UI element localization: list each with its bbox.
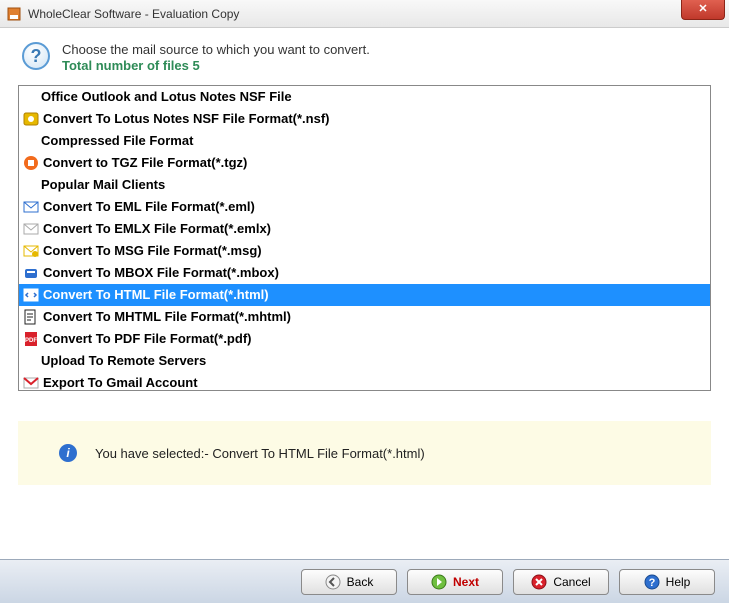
format-listbox[interactable]: Office Outlook and Lotus Notes NSF File C… [18,85,711,391]
cancel-icon [531,574,547,590]
mbox-icon [23,265,39,281]
pdf-icon: PDF [23,331,39,347]
list-section-header: Upload To Remote Servers [19,350,710,372]
next-icon [431,574,447,590]
svg-text:PDF: PDF [25,338,37,344]
tgz-icon [23,155,39,171]
instruction-text: Choose the mail source to which you want… [62,42,370,57]
titlebar: WholeClear Software - Evaluation Copy ✕ [0,0,729,28]
next-button[interactable]: Next [407,569,503,595]
help-button[interactable]: ? Help [619,569,715,595]
info-icon: i [59,444,77,462]
cancel-label: Cancel [553,575,590,589]
back-label: Back [347,575,374,589]
list-item-label: Convert To HTML File Format(*.html) [43,287,269,302]
gmail-icon [23,375,39,391]
eml-icon [23,199,39,215]
list-item[interactable]: Convert To Lotus Notes NSF File Format(*… [19,108,710,130]
list-item-label: Convert To MHTML File Format(*.mhtml) [43,309,291,324]
list-item[interactable]: Convert To MBOX File Format(*.mbox) [19,262,710,284]
list-item[interactable]: Export To Gmail Account [19,372,710,390]
status-panel: i You have selected:- Convert To HTML Fi… [18,421,711,485]
next-label: Next [453,575,479,589]
help-circle-icon: ? [644,574,660,590]
app-icon [6,6,22,22]
html-icon [23,287,39,303]
list-item[interactable]: Convert To HTML File Format(*.html) [19,284,710,306]
header-text: Choose the mail source to which you want… [62,42,370,73]
list-item[interactable]: PDF Convert To PDF File Format(*.pdf) [19,328,710,350]
list-item-label: Convert To EMLX File Format(*.emlx) [43,221,271,236]
msg-icon [23,243,39,259]
mhtml-icon [23,309,39,325]
list-section-header: Compressed File Format [19,130,710,152]
back-icon [325,574,341,590]
list-item-label: Convert To EML File Format(*.eml) [43,199,255,214]
list-item-label: Convert To PDF File Format(*.pdf) [43,331,251,346]
list-section-header: Popular Mail Clients [19,174,710,196]
window-title: WholeClear Software - Evaluation Copy [28,7,239,21]
svg-text:?: ? [648,577,655,589]
list-item-label: Convert to TGZ File Format(*.tgz) [43,155,247,170]
nsf-icon [23,111,39,127]
list-item-label: Export To Gmail Account [43,375,198,390]
help-icon: ? [22,42,50,70]
content-area: ? Choose the mail source to which you wa… [0,28,729,559]
list-item-label: Convert To Lotus Notes NSF File Format(*… [43,111,330,126]
list-item-label: Convert To MSG File Format(*.msg) [43,243,262,258]
footer-bar: Back Next Cancel ? Help [0,559,729,603]
list-item[interactable]: Convert To EML File Format(*.eml) [19,196,710,218]
emlx-icon [23,221,39,237]
header-row: ? Choose the mail source to which you wa… [18,42,711,73]
file-count-text: Total number of files 5 [62,58,370,73]
close-button[interactable]: ✕ [681,0,725,20]
list-item[interactable]: Convert To MSG File Format(*.msg) [19,240,710,262]
list-item[interactable]: Convert to TGZ File Format(*.tgz) [19,152,710,174]
status-text: You have selected:- Convert To HTML File… [95,446,425,461]
list-item[interactable]: Convert To EMLX File Format(*.emlx) [19,218,710,240]
help-label: Help [666,575,691,589]
cancel-button[interactable]: Cancel [513,569,609,595]
list-item[interactable]: Convert To MHTML File Format(*.mhtml) [19,306,710,328]
list-item-label: Convert To MBOX File Format(*.mbox) [43,265,279,280]
list-section-header: Office Outlook and Lotus Notes NSF File [19,86,710,108]
back-button[interactable]: Back [301,569,397,595]
